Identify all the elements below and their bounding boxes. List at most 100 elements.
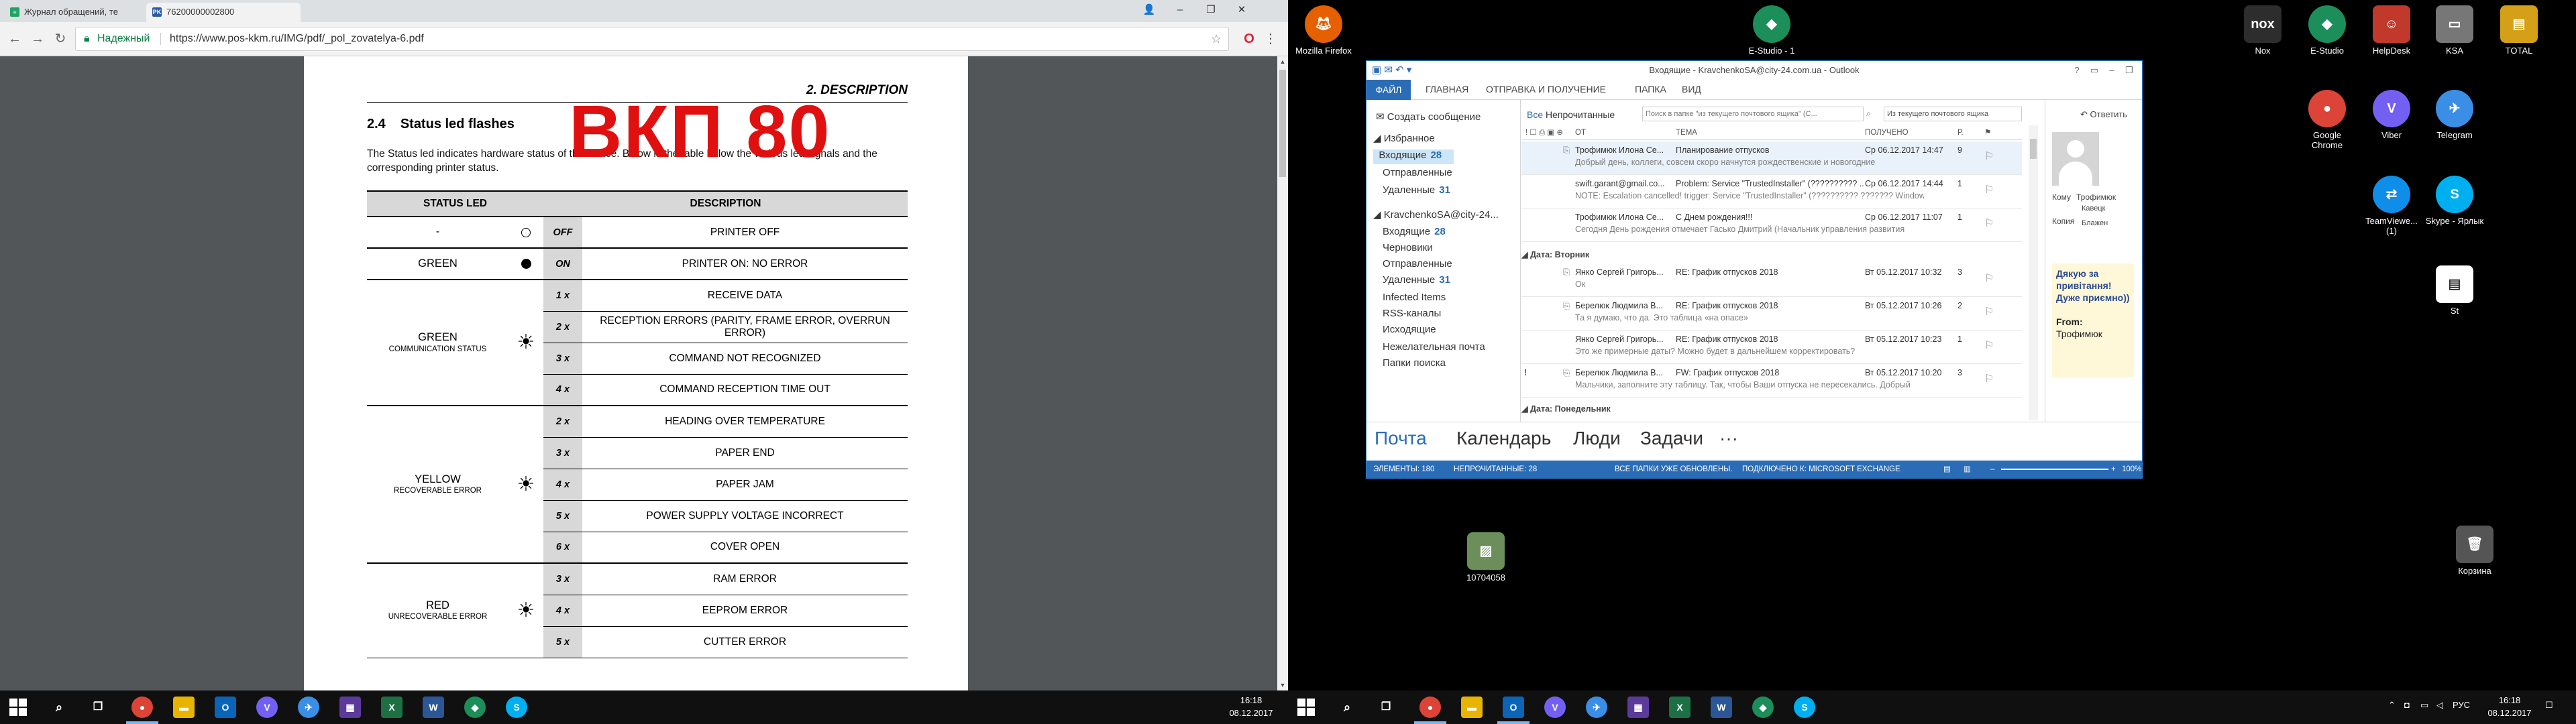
desktop-icon-teamviewer[interactable]: ⇄ TeamViewe... (1): [2361, 176, 2422, 236]
folder-outbox[interactable]: Исходящие: [1383, 324, 1436, 335]
tab-home[interactable]: ГЛАВНАЯ: [1426, 84, 1468, 95]
table-row[interactable]: ⎘ Берелюк Людмила В... RE: График отпуск…: [1521, 297, 2022, 330]
outlook-taskbar-icon[interactable]: O: [1503, 697, 1524, 718]
favorites-header[interactable]: ◢ Избранное: [1373, 132, 1435, 144]
tray-chevron-icon[interactable]: ⌃: [2388, 700, 2396, 711]
desktop-icon-chrome[interactable]: ● Google Chrome: [2297, 90, 2357, 150]
filter-unread[interactable]: Непрочитанные: [1546, 109, 1615, 120]
maximize-button[interactable]: ❐: [1195, 0, 1226, 20]
outlook-quick-access-icons[interactable]: ▣ ✉ ↶ ▾: [1372, 61, 1411, 80]
restore-button[interactable]: ❐: [2121, 61, 2138, 80]
desktop-icon-firefox[interactable]: 🦊︎ Mozilla Firefox: [1293, 5, 1354, 56]
view-normal-icon[interactable]: ▤: [1943, 461, 1951, 478]
desktop-icon-viber[interactable]: V Viber: [2361, 90, 2422, 140]
search-scope-dropdown[interactable]: Из текущего почтового ящика: [1884, 107, 2022, 121]
desktop-icon-file[interactable]: ▨ 10704058: [1456, 532, 1516, 583]
folder-infected[interactable]: Infected Items: [1383, 292, 1446, 303]
star-icon[interactable]: ☆: [1211, 27, 1222, 50]
chrome-taskbar-icon[interactable]: ●: [1419, 697, 1441, 718]
notifications-icon[interactable]: ☐: [2545, 700, 2553, 711]
scroll-thumb[interactable]: [1279, 70, 1286, 177]
message-list-scrollbar[interactable]: [2029, 125, 2038, 420]
chrome-tab-1[interactable]: ≡ Журнал обращений, те: [4, 3, 145, 21]
search-input[interactable]: [1642, 107, 1864, 121]
nav-calendar[interactable]: Календарь: [1456, 428, 1551, 449]
scroll-up-icon[interactable]: ▲: [1277, 56, 1288, 67]
folder-fav-sent[interactable]: Отправленные: [1383, 167, 1452, 178]
windows-start-icon[interactable]: [1297, 699, 1315, 716]
folder-rss[interactable]: RSS-каналы: [1383, 308, 1441, 319]
zoom-out-icon[interactable]: –: [1990, 461, 1994, 478]
desktop-icon-helpdesk[interactable]: ☺ HelpDesk: [2361, 5, 2422, 56]
zoom-in-icon[interactable]: +: [2111, 461, 2116, 478]
file-explorer-icon[interactable]: ▬: [1461, 697, 1483, 718]
new-message-button[interactable]: ✉ Создать сообщение: [1376, 111, 1481, 123]
table-row[interactable]: Янко Сергей Григорь... RE: График отпуск…: [1521, 330, 2022, 364]
menu-icon[interactable]: ⋮: [1261, 29, 1280, 48]
col-from[interactable]: ОТ: [1575, 125, 1586, 140]
estudio-taskbar-icon[interactable]: ◆: [1752, 697, 1774, 718]
taskbar-clock-left[interactable]: 16:18 08.12.2017: [1221, 694, 1281, 719]
flag-icon[interactable]: ⚐: [1984, 372, 1994, 385]
file-explorer-icon[interactable]: ▬: [173, 697, 195, 718]
desktop-icon-nox[interactable]: nox Nox: [2233, 5, 2293, 56]
profile-icon[interactable]: 👤: [1134, 0, 1165, 20]
volume-icon[interactable]: ◁: [2436, 700, 2443, 711]
folder-search[interactable]: Папки поиска: [1383, 357, 1446, 369]
chrome-tab-2[interactable]: PK 76200000002800: [146, 3, 301, 21]
opera-icon[interactable]: O: [1240, 29, 1258, 48]
close-button[interactable]: ✕: [1226, 0, 1257, 20]
windows-start-icon[interactable]: [9, 699, 27, 716]
table-row[interactable]: swift.garant@gmail.co... Problem: Servic…: [1521, 175, 2022, 208]
telegram-taskbar-icon[interactable]: ✈: [298, 697, 319, 718]
forward-icon[interactable]: →: [28, 29, 47, 48]
ribbon-display-icon[interactable]: ▭: [2086, 61, 2103, 80]
search-icon[interactable]: ⌕: [48, 697, 70, 718]
table-row[interactable]: ⎘ Янко Сергей Григорь... RE: График отпу…: [1521, 263, 2022, 297]
estudio-taskbar-icon[interactable]: ◆: [464, 697, 486, 718]
desktop-icon-total[interactable]: ▤ TOTAL: [2489, 5, 2549, 56]
reload-icon[interactable]: ↻: [51, 29, 70, 48]
flag-icon[interactable]: ⚐: [1984, 217, 1994, 230]
minimize-button[interactable]: –: [1165, 0, 1195, 20]
address-bar[interactable]: 🔒︎ Надежный https://www.pos-kkm.ru/IMG/p…: [75, 27, 1229, 51]
flag-icon[interactable]: ⚐: [1984, 305, 1994, 318]
col-received[interactable]: ПОЛУЧЕНО: [1865, 125, 1909, 140]
telegram-taskbar-icon[interactable]: ✈: [1586, 697, 1607, 718]
outlook-taskbar-icon[interactable]: O: [215, 697, 236, 718]
folder-junk[interactable]: Нежелательная почта: [1383, 341, 1485, 353]
tab-send-receive[interactable]: ОТПРАВКА И ПОЛУЧЕНИЕ: [1486, 84, 1606, 95]
col-size[interactable]: Р.: [1957, 125, 1964, 140]
tray-app-icon[interactable]: ◘: [2404, 700, 2410, 710]
taskbar-clock-right[interactable]: 16:18 08.12.2017: [2479, 694, 2540, 719]
desktop-icon-estudio[interactable]: ◆ E-Studio: [2297, 5, 2357, 56]
help-icon[interactable]: ?: [2068, 61, 2086, 80]
nav-mail[interactable]: Почта: [1375, 428, 1427, 449]
desktop-icon-recycle-bin[interactable]: 🗑︎ Корзина: [2445, 526, 2505, 576]
language-indicator[interactable]: РУС: [2453, 700, 2470, 710]
tab-view[interactable]: ВИД: [1682, 84, 1701, 95]
folder-fav-deleted[interactable]: Удаленные 31: [1383, 184, 1450, 196]
skype-taskbar-icon[interactable]: S: [1794, 697, 1815, 718]
desktop-icon-telegram[interactable]: ✈ Telegram: [2424, 90, 2485, 140]
reply-button[interactable]: ↶ Ответить: [2080, 109, 2127, 120]
folder-inbox[interactable]: Входящие 28: [1383, 226, 1446, 237]
network-icon[interactable]: ▭: [2420, 700, 2428, 711]
account-header[interactable]: ◢ KravchenkoSA@city-24...: [1373, 208, 1499, 221]
zoom-level[interactable]: 100%: [2122, 461, 2141, 478]
desktop-icon-estudio-1[interactable]: ◆ E-Studio - 1: [1741, 5, 1802, 56]
app-taskbar-icon[interactable]: ▦: [1627, 697, 1649, 718]
scroll-down-icon[interactable]: ▼: [1277, 680, 1288, 690]
tab-folder[interactable]: ПАПКА: [1635, 84, 1666, 95]
view-reading-icon[interactable]: ▥: [1964, 461, 1971, 478]
excel-taskbar-icon[interactable]: X: [381, 697, 402, 718]
zoom-slider[interactable]: [2001, 469, 2108, 470]
table-row[interactable]: Трофимюк Илона Се... С Днем рождения!!! …: [1521, 208, 2022, 242]
pdf-viewer[interactable]: 2. DESCRIPTION 2.4 Status led flashes The…: [0, 56, 1277, 690]
chrome-taskbar-icon[interactable]: ●: [131, 697, 153, 718]
table-row[interactable]: ⎘ Трофимюк Илона Се... Планирование отпу…: [1521, 141, 2022, 175]
flag-icon[interactable]: ⚐: [1984, 272, 1994, 285]
skype-taskbar-icon[interactable]: S: [506, 697, 527, 718]
pdf-scrollbar[interactable]: ▲ ▼: [1277, 56, 1288, 690]
filter-all[interactable]: Все: [1527, 109, 1543, 120]
